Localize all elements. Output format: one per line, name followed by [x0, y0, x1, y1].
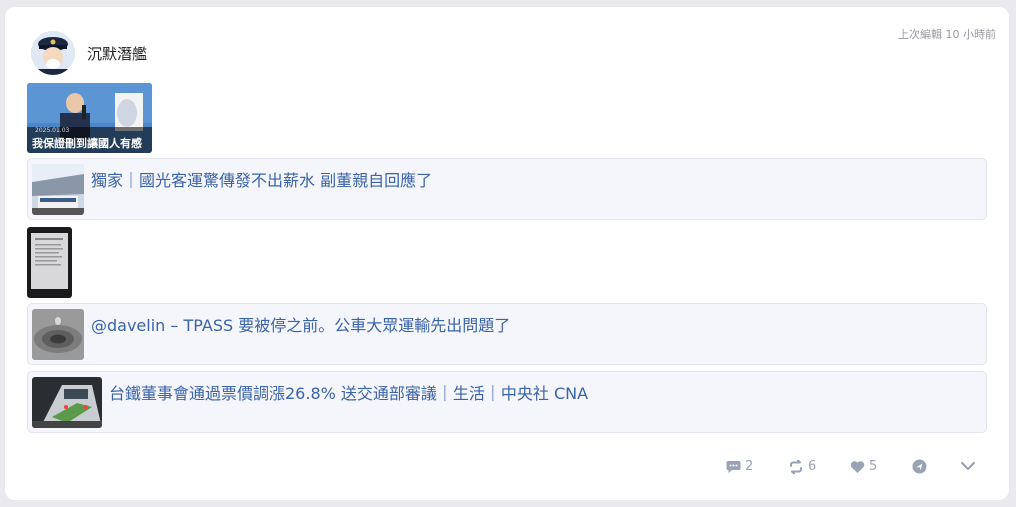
- link-thumbnail: [32, 309, 84, 360]
- post-card: 沉默潛艦 上次編輯 10 小時前 2025.01.03 我保證刪到讓國人有感 獨…: [5, 7, 1009, 500]
- image-caption: 我保證刪到讓國人有感: [32, 137, 142, 150]
- post-image-notice[interactable]: [27, 227, 72, 298]
- avatar[interactable]: [31, 31, 75, 75]
- link-title[interactable]: 獨家｜國光客運驚傳發不出薪水 副董親自回應了: [91, 167, 432, 191]
- like-button[interactable]: 5: [850, 459, 877, 474]
- repost-button[interactable]: 6: [788, 459, 816, 474]
- heart-icon: [850, 460, 865, 473]
- link-card[interactable]: 台鐵董事會通過票價調漲26.8% 送交通部審議｜生活｜中央社 CNA: [27, 371, 987, 433]
- more-button[interactable]: [960, 459, 976, 473]
- comment-button[interactable]: 2: [726, 459, 753, 474]
- edited-timestamp: 上次編輯 10 小時前: [898, 28, 996, 41]
- share-button[interactable]: [912, 459, 927, 474]
- like-count: 5: [869, 459, 878, 474]
- image-date: 2025.01.03: [35, 127, 70, 134]
- link-card[interactable]: @davelin – TPASS 要被停之前。公車大眾運輸先出問題了: [27, 303, 987, 365]
- link-card[interactable]: 獨家｜國光客運驚傳發不出薪水 副董親自回應了: [27, 158, 987, 220]
- repost-icon: [790, 459, 802, 474]
- comment-count: 2: [745, 459, 754, 474]
- comment-icon: [726, 460, 741, 473]
- post-image[interactable]: 2025.01.03 我保證刪到讓國人有感: [27, 83, 152, 153]
- link-title[interactable]: 台鐵董事會通過票價調漲26.8% 送交通部審議｜生活｜中央社 CNA: [109, 380, 588, 404]
- link-thumbnail: [32, 377, 102, 428]
- share-icon: [912, 459, 927, 474]
- chevron-down-icon: [960, 461, 976, 471]
- link-title[interactable]: @davelin – TPASS 要被停之前。公車大眾運輸先出問題了: [91, 312, 510, 336]
- repost-count: 6: [808, 459, 817, 474]
- username[interactable]: 沉默潛艦: [87, 43, 147, 64]
- link-thumbnail: [32, 164, 84, 215]
